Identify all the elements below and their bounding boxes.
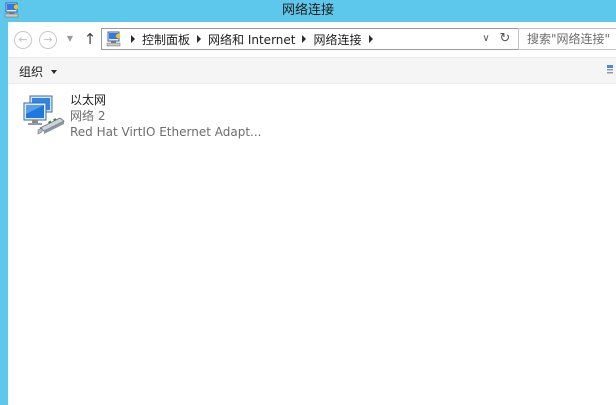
organize-button[interactable]: 组织 xyxy=(19,58,58,85)
adapter-details: 以太网 网络 2 Red Hat VirtIO Ethernet Adapt..… xyxy=(70,92,262,140)
address-history-button[interactable]: ∨ xyxy=(480,31,492,47)
arrow-up-icon: ↑ xyxy=(83,30,97,48)
refresh-icon: ↻ xyxy=(499,31,511,46)
list-item[interactable]: 以太网 网络 2 Red Hat VirtIO Ethernet Adapt..… xyxy=(18,92,262,164)
breadcrumb-separator-icon[interactable] xyxy=(197,35,202,43)
control-panel-icon xyxy=(106,31,121,47)
arrow-right-icon: → xyxy=(43,33,53,46)
dropdown-arrow-icon xyxy=(51,70,58,74)
network-adapter-icon xyxy=(23,95,65,135)
client-area: ← → ▼ ↑ 控制面板 网络和 Internet 网络连接 ∨ ↻ 搜索"网络… xyxy=(8,22,616,405)
title-bar[interactable]: 网络连接 xyxy=(0,0,616,22)
address-bar[interactable]: 控制面板 网络和 Internet 网络连接 ∨ ↻ xyxy=(101,28,519,50)
breadcrumb-network-internet[interactable]: 网络和 Internet xyxy=(208,31,295,48)
breadcrumb-separator-icon[interactable] xyxy=(368,35,373,43)
chevron-down-icon: ▼ xyxy=(66,34,74,43)
breadcrumb-separator-icon[interactable] xyxy=(131,35,135,43)
window-title: 网络连接 xyxy=(281,3,334,18)
search-input[interactable]: 搜索"网络连接" xyxy=(518,28,616,50)
chevron-down-icon: ∨ xyxy=(482,33,490,44)
breadcrumb: 控制面板 网络和 Internet 网络连接 xyxy=(124,29,380,49)
arrow-left-icon: ← xyxy=(18,33,28,46)
navigation-bar: ← → ▼ ↑ 控制面板 网络和 Internet 网络连接 ∨ ↻ 搜索"网络… xyxy=(8,22,616,58)
forward-button[interactable]: → xyxy=(39,31,57,49)
back-button[interactable]: ← xyxy=(14,31,32,49)
adapter-name: 以太网 xyxy=(70,93,107,107)
adapter-device: Red Hat VirtIO Ethernet Adapt... xyxy=(70,125,262,139)
adapter-network: 网络 2 xyxy=(70,109,106,123)
breadcrumb-network-connections[interactable]: 网络连接 xyxy=(313,31,361,48)
breadcrumb-separator-icon[interactable] xyxy=(302,35,307,43)
command-bar: 组织 xyxy=(8,57,616,84)
view-options-icon[interactable] xyxy=(606,64,614,76)
window: 网络连接 ← → ▼ ↑ 控制面板 网络和 Internet 网络连接 ∨ ↻ … xyxy=(0,0,616,405)
refresh-button[interactable]: ↻ xyxy=(497,30,513,48)
network-connections-icon xyxy=(4,2,19,18)
up-button[interactable]: ↑ xyxy=(82,30,98,48)
breadcrumb-control-panel[interactable]: 控制面板 xyxy=(142,31,190,48)
recent-locations-button[interactable]: ▼ xyxy=(65,32,75,46)
organize-label: 组织 xyxy=(19,64,44,79)
